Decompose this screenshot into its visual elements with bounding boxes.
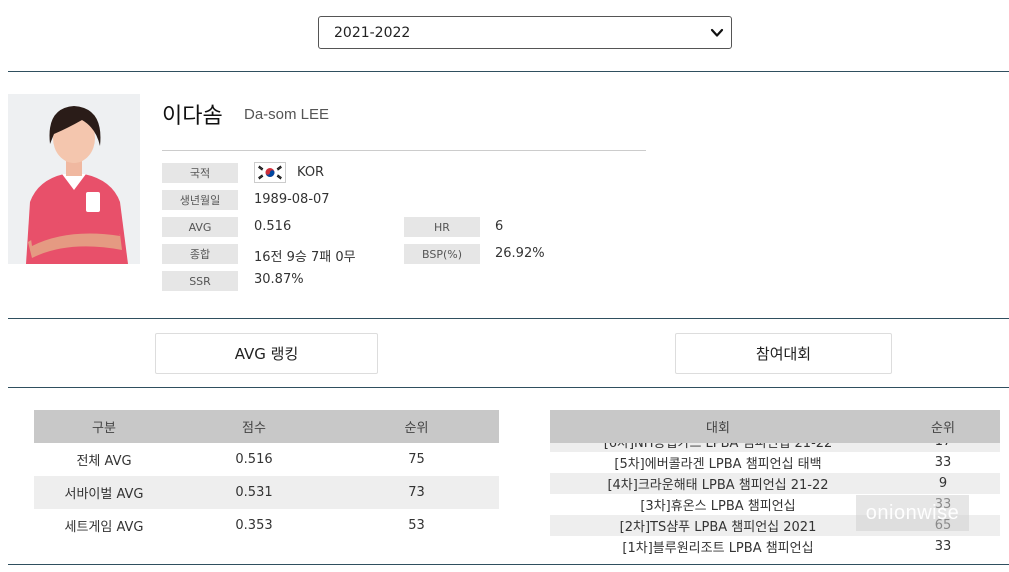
table-row[interactable]: [5차]에버콜라겐 LPBA 챔피언십 태백 33 [550, 452, 1000, 473]
birth-label: 생년월일 [162, 190, 238, 210]
divider [8, 564, 1009, 565]
table-cell: 0.516 [235, 452, 273, 467]
column-header: 순위 [931, 421, 955, 436]
table-cell: 서바이벌 AVG [34, 476, 174, 509]
season-select[interactable]: 2021-2022 [318, 16, 732, 49]
tournament-table[interactable]: 대회 순위 [6차]NH농협카드 LPBA 챔피언십 21-22 17 [5차]… [550, 410, 1000, 566]
nationality-label: 국적 [162, 163, 238, 183]
table-cell: 0.353 [235, 518, 273, 533]
hr-value: 6 [495, 219, 504, 234]
tournament-rank: 9 [938, 476, 948, 491]
avg-ranking-table: 구분 점수 순위 전체 AVG 0.516 75 서바이벌 AVG 0.531 … [34, 410, 499, 542]
table-row[interactable]: [4차]크라운해태 LPBA 챔피언십 21-22 9 [550, 473, 1000, 494]
tab-tournaments[interactable]: 참여대회 [675, 333, 892, 374]
tournament-name: [4차]크라운해태 LPBA 챔피언십 21-22 [607, 478, 829, 493]
nationality-value: KOR [297, 165, 325, 180]
korea-flag-icon [254, 162, 286, 183]
bsp-value: 26.92% [495, 246, 545, 261]
birth-value: 1989-08-07 [254, 192, 330, 207]
avg-value: 0.516 [254, 219, 292, 234]
table-cell: 75 [408, 452, 425, 467]
ssr-label: SSR [162, 271, 238, 291]
table-row: 세트게임 AVG 0.353 53 [34, 509, 499, 542]
tournament-name: [6차]NH농협카드 LPBA 챔피언십 21-22 [603, 443, 833, 451]
season-select-value: 2021-2022 [334, 24, 411, 41]
player-photo [8, 94, 140, 264]
column-header: 대회 [706, 421, 730, 436]
bsp-label: BSP(%) [404, 244, 480, 264]
tournament-rank: 33 [934, 455, 952, 470]
table-cell: 53 [408, 518, 425, 533]
tab-avg-ranking[interactable]: AVG 랭킹 [155, 333, 378, 374]
tournament-name: [1차]블루원리조트 LPBA 챔피언십 [622, 541, 814, 556]
name-divider [162, 150, 646, 151]
tournament-rank: 17 [886, 443, 1000, 452]
table-cell: 73 [334, 476, 499, 509]
table-row: 전체 AVG 0.516 75 [34, 443, 499, 476]
table-cell: 전체 AVG [76, 454, 132, 469]
divider [8, 387, 1009, 388]
hr-label: HR [404, 217, 480, 237]
table-header-row: 대회 순위 [550, 410, 1000, 443]
player-name-ko: 이다솜 [162, 104, 223, 129]
table-header-row: 구분 점수 순위 [34, 410, 499, 443]
column-header: 순위 [334, 410, 499, 443]
watermark: onionwise [856, 495, 969, 531]
column-header: 점수 [174, 410, 334, 443]
table-cell: 세트게임 AVG [64, 520, 144, 535]
divider [8, 318, 1009, 319]
overall-value: 16전 9승 7패 0무 [254, 250, 356, 265]
divider [8, 71, 1009, 72]
table-cell: 0.531 [174, 476, 334, 509]
avg-label: AVG [162, 217, 238, 237]
tournament-name: [3차]휴온스 LPBA 챔피언십 [640, 499, 796, 514]
table-row[interactable]: [6차]NH농협카드 LPBA 챔피언십 21-22 17 [550, 443, 1000, 452]
table-row[interactable]: [1차]블루원리조트 LPBA 챔피언십 33 [550, 536, 1000, 557]
player-name-en: Da-som LEE [244, 106, 330, 123]
tournament-rank: 33 [934, 539, 952, 554]
tournament-name: [5차]에버콜라겐 LPBA 챔피언십 태백 [614, 457, 822, 472]
ssr-value: 30.87% [254, 272, 304, 287]
column-header: 구분 [34, 410, 174, 443]
table-row: 서바이벌 AVG 0.531 73 [34, 476, 499, 509]
tournament-name: [2차]TS샴푸 LPBA 챔피언십 2021 [619, 520, 817, 535]
overall-label: 종합 [162, 244, 238, 264]
chevron-down-icon [710, 28, 724, 37]
